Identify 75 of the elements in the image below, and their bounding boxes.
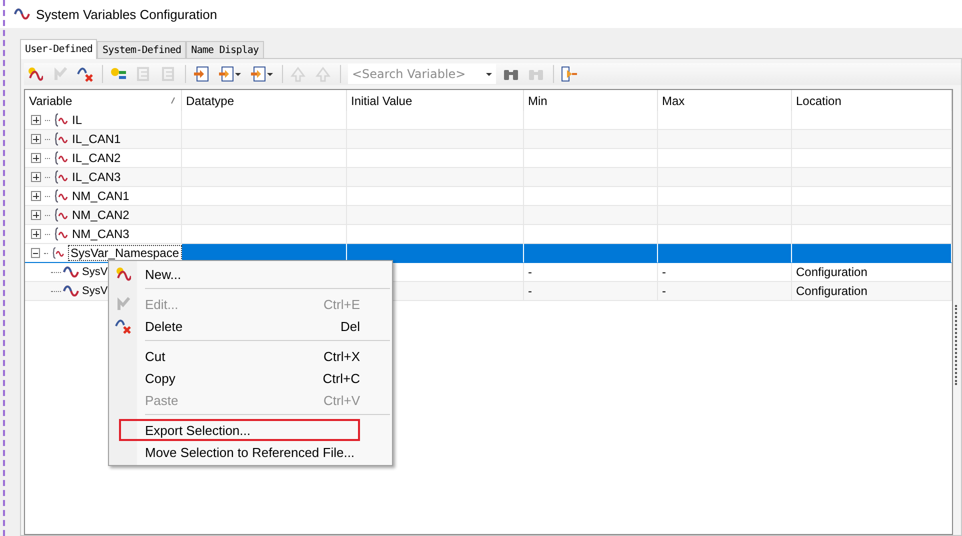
new-namespace-icon (110, 66, 126, 82)
collapse-icon[interactable] (31, 248, 40, 258)
tree-cell[interactable]: IL_CAN1 (25, 130, 182, 149)
new-variable-icon (27, 66, 43, 82)
wave-icon (63, 285, 79, 297)
menu-item[interactable]: Export Selection... (119, 419, 360, 441)
menu-item[interactable]: New... (109, 263, 392, 285)
variable-name: SysV (82, 266, 108, 278)
tab[interactable]: Name Display (186, 41, 264, 58)
expand-icon[interactable] (31, 172, 41, 182)
namespace-icon (54, 189, 68, 203)
wave-icon (14, 8, 30, 20)
menu-item[interactable]: Delete Del (109, 315, 392, 337)
table-cell: Configuration (792, 282, 952, 301)
variable-name: NM_CAN3 (72, 227, 130, 241)
variable-name: IL_CAN2 (72, 151, 121, 165)
toolbar-button[interactable] (250, 65, 275, 83)
delete-variable-icon (77, 66, 93, 82)
toolbar-button[interactable] (77, 65, 95, 83)
namespace-edit-icon (135, 66, 151, 82)
export-icon (218, 66, 234, 82)
expand-icon[interactable] (31, 115, 41, 125)
toolbar-button[interactable] (218, 65, 243, 83)
table-cell: - (524, 282, 658, 301)
expand-icon[interactable] (31, 134, 41, 144)
variable-name: IL_CAN3 (72, 170, 121, 184)
expand-icon[interactable] (31, 210, 41, 220)
sort-icon (171, 97, 175, 104)
tab[interactable]: System-Defined (97, 41, 186, 58)
delete-variable-icon (115, 318, 131, 334)
column-header[interactable]: Min (528, 94, 548, 108)
namespace-icon (54, 151, 68, 165)
down-arrow-icon (315, 66, 331, 82)
menu-item[interactable]: Move Selection to Referenced File... (109, 441, 392, 463)
variable-name: NM_CAN2 (72, 208, 130, 222)
search-field[interactable]: <Search Variable> (348, 64, 496, 84)
menu-item[interactable]: Cut Ctrl+X (109, 345, 392, 367)
namespace-icon (54, 208, 68, 222)
toolbar-button[interactable] (561, 65, 579, 83)
tree-cell[interactable]: IL_CAN3 (25, 168, 182, 187)
namespace-icon (54, 227, 68, 241)
menu-item[interactable]: Copy Ctrl+C (109, 367, 392, 389)
toolbar-button[interactable] (193, 65, 211, 83)
column-header[interactable]: Location (796, 94, 842, 108)
namespace-icon (54, 170, 68, 184)
expand-icon[interactable] (31, 191, 41, 201)
toolbar-button[interactable] (27, 65, 45, 83)
document-icon (250, 66, 266, 82)
variable-name: SysV (82, 285, 108, 297)
column-header[interactable]: Datatype (186, 94, 234, 108)
variable-name: IL_CAN1 (72, 132, 121, 146)
variable-name: SysVar_Namespace (68, 246, 182, 260)
namespace-delete-icon (160, 66, 176, 82)
wave-icon (63, 266, 79, 278)
namespace-icon (52, 246, 65, 260)
expand-icon[interactable] (31, 229, 41, 239)
expand-icon[interactable] (31, 153, 41, 163)
edit-variable-icon (115, 296, 131, 312)
tree-cell[interactable]: SysVar_Namespace (25, 244, 182, 263)
import-icon (193, 66, 209, 82)
column-header[interactable]: Initial Value (351, 94, 412, 108)
window-title: System Variables Configuration (36, 6, 218, 22)
tab[interactable]: User-Defined (20, 39, 98, 59)
tree-cell[interactable]: NM_CAN2 (25, 206, 182, 225)
namespace-icon (54, 132, 68, 146)
exit-icon (561, 66, 577, 82)
edit-variable-icon (52, 66, 68, 82)
variable-name: IL (72, 113, 82, 127)
column-header[interactable]: Variable (29, 94, 72, 108)
table-cell: - (658, 282, 792, 301)
new-variable-icon (115, 266, 131, 282)
up-arrow-icon (290, 66, 306, 82)
variable-name: NM_CAN1 (72, 189, 130, 203)
column-header[interactable]: Max (662, 94, 685, 108)
namespace-icon (54, 113, 68, 127)
